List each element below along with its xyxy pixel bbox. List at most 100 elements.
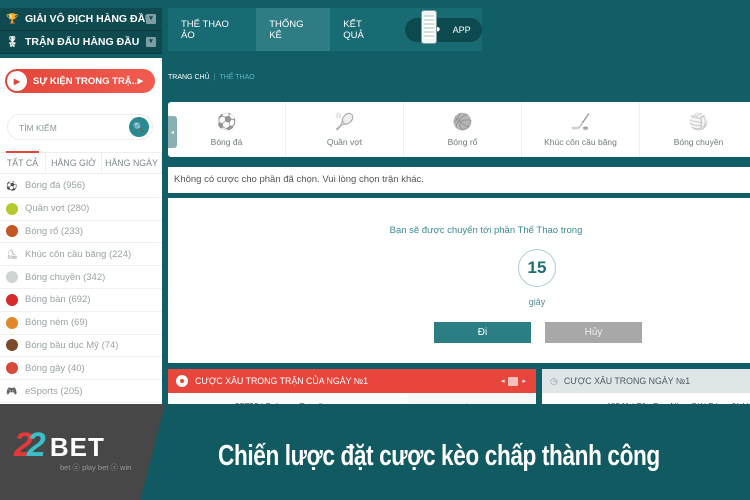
sport-icon: 🏀	[452, 113, 473, 131]
medal-icon: 🎖	[6, 36, 19, 48]
chevron-down-icon[interactable]: ▾	[146, 37, 156, 47]
sport-icon: ⚽	[6, 179, 18, 192]
sport-list-item[interactable]: Quần vợt (280)	[0, 198, 162, 221]
trophy-icon: 🏆	[6, 13, 19, 25]
sports-carousel: ◂ ⚽ Bóng đá 🎾 Quần vợt 🏀 Bóng rổ 🏒 Khúc côn cầu…	[168, 102, 750, 157]
search-input[interactable]: TÌM KIẾM	[19, 123, 57, 133]
live-icon	[176, 375, 188, 387]
app-download-button[interactable]: ● APP	[404, 9, 482, 44]
top-category-menu: 🏆 GIẢI VÔ ĐỊCH HÀNG ĐẦU ▾ 🎖 TRẬN ĐẤU HÀN…	[0, 8, 162, 54]
no-bets-notice: Không có cược cho phần đã chọn. Vui lòng…	[168, 167, 750, 193]
sport-label: Bóng ném (69)	[25, 317, 88, 329]
tab-daily[interactable]: HẰNG NGÀY	[102, 153, 162, 173]
sport-icon	[6, 225, 18, 238]
card-header: ◷ CƯỢC XÂU TRONG NGÀY №1	[542, 369, 750, 393]
menu-label: GIẢI VÔ ĐỊCH HÀNG ĐẦU	[25, 13, 153, 25]
sport-list-item[interactable]: Bóng bầu dục Mỹ (74)	[0, 335, 162, 358]
search-field[interactable]: TÌM KIẾM 🔍	[7, 114, 153, 140]
sport-icon	[6, 202, 18, 215]
sport-label: Bóng rổ (233)	[25, 225, 84, 237]
sport-icon	[6, 316, 18, 329]
chevron-down-icon[interactable]: ▾	[146, 14, 156, 24]
countdown-timer: 15	[518, 249, 556, 287]
chevron-right-icon[interactable]: ▸	[522, 377, 526, 385]
logo-digit-1: 2	[14, 426, 33, 464]
tab-results[interactable]: KẾT QUẢ	[330, 8, 396, 51]
carousel-sport-item[interactable]: 🎾 Quần vợt	[286, 102, 404, 157]
carousel-sport-item[interactable]: 🏀 Bóng rổ	[404, 102, 522, 157]
sport-label: Khúc côn cầu băng (224)	[25, 248, 132, 260]
brand-tagline: bet ⓩ play bet ⓩ win	[60, 463, 132, 472]
sport-label: Bóng chuyền (342)	[25, 271, 106, 283]
sport-icon	[6, 271, 18, 284]
sport-icon: 🎾	[334, 113, 355, 131]
left-sidebar: 🏆 GIẢI VÔ ĐỊCH HÀNG ĐẦU ▾ 🎖 TRẬN ĐẤU HÀN…	[0, 0, 162, 405]
sport-list-item[interactable]: ⛸ Khúc côn cầu băng (224)	[0, 243, 162, 267]
calendar-icon[interactable]	[508, 376, 519, 386]
countdown-unit: giây	[528, 297, 546, 307]
redirect-message: Bạn sẽ được chuyển tới phần Thể Thao tro…	[389, 225, 583, 236]
sport-label: Bóng chuyền	[673, 136, 724, 147]
breadcrumb-separator: |	[213, 74, 216, 81]
card-title: CƯỢC XÂU TRONG TRẬN CỦA NGÀY №1	[195, 376, 369, 386]
tab-all[interactable]: TẤT CẢ	[0, 151, 46, 173]
live-events-button[interactable]: ▶ SỰ KIỆN TRONG TRẬ... ▶	[5, 69, 155, 93]
sport-label: Quần vợt	[326, 136, 363, 147]
cancel-button[interactable]: Hủy	[545, 322, 642, 343]
app-label: APP	[452, 24, 471, 35]
sport-icon: 🏐	[688, 113, 709, 131]
chevron-right-icon: ▶	[137, 78, 143, 85]
sport-icon	[6, 293, 18, 306]
go-button[interactable]: Đi	[434, 322, 531, 343]
carousel-prev-button[interactable]: ◂	[168, 116, 177, 148]
sport-list-item[interactable]: 🎮 eSports (205)	[0, 380, 162, 403]
live-events-label: SỰ KIỆN TRONG TRẬ...	[33, 75, 140, 87]
sport-icon	[6, 362, 18, 375]
search-icon[interactable]: 🔍	[129, 117, 149, 137]
menu-top-championships[interactable]: 🏆 GIẢI VÔ ĐỊCH HÀNG ĐẦU ▾	[0, 8, 162, 31]
sport-icon: 🎮	[6, 385, 18, 398]
sport-label: Bóng bàn (692)	[25, 294, 91, 306]
sport-icon	[6, 339, 18, 352]
phone-icon	[420, 9, 437, 44]
sport-label: Bóng gậy (40)	[25, 362, 85, 374]
sport-list-item[interactable]: Bóng ném (69)	[0, 312, 162, 335]
sport-list-item[interactable]: ⚽ Bóng đá (956)	[0, 175, 162, 198]
tab-statistics[interactable]: THỐNG KÊ	[256, 8, 331, 51]
sport-label: Bóng đá	[210, 136, 243, 147]
sport-list: ⚽ Bóng đá (956) Quần vợt (280) Bóng rổ (233…	[0, 175, 162, 403]
brand-logo: 2 2 BET	[14, 426, 105, 465]
chevron-left-icon[interactable]: ◂	[501, 377, 505, 385]
breadcrumb-current: THỂ THAO	[219, 74, 255, 81]
sport-list-item[interactable]: Bóng rổ (233)	[0, 221, 162, 244]
menu-top-matches[interactable]: 🎖 TRẬN ĐẤU HÀNG ĐẦU ▾	[0, 31, 162, 54]
logo-word: BET	[49, 432, 105, 462]
sport-label: Bóng bầu dục Mỹ (74)	[25, 339, 119, 351]
sport-list-item[interactable]: Bóng bàn (692)	[0, 289, 162, 312]
tab-hourly[interactable]: HẰNG GIỜ	[46, 153, 102, 173]
sport-icon: ⚽	[216, 113, 237, 131]
promo-banner: 2 2 BET bet ⓩ play bet ⓩ win Chiến lược …	[0, 404, 750, 500]
sport-filter-panel: ▶ SỰ KIỆN TRONG TRẬ... ▶ TÌM KIẾM 🔍 TẤT …	[0, 58, 162, 405]
time-filter-tabs: TẤT CẢ HẰNG GIỜ HẰNG NGÀY	[0, 151, 162, 174]
card-controls: ◂ ▸	[501, 376, 526, 386]
sport-label: Quần vợt (280)	[25, 203, 90, 215]
breadcrumb-home[interactable]: TRANG CHỦ	[168, 74, 210, 81]
sport-label: eSports (205)	[25, 385, 83, 397]
banner-headline: Chiến lược đặt cược kèo chấp thành công	[218, 440, 660, 472]
top-navigation: THỂ THAO ẢO THỐNG KÊ KẾT QUẢ ● APP	[168, 8, 482, 51]
card-title: CƯỢC XÂU TRONG NGÀY №1	[563, 376, 691, 386]
sport-icon: 🏒	[570, 113, 591, 131]
play-icon: ▶	[7, 71, 27, 91]
carousel-sport-item[interactable]: ⚽ Bóng đá	[168, 102, 286, 157]
tab-virtual-sports[interactable]: THỂ THAO ẢO	[168, 8, 256, 51]
sport-icon: ⛸	[6, 248, 18, 261]
carousel-sport-item[interactable]: 🏐 Bóng chuyền	[640, 102, 750, 157]
sport-label: Bóng đá (956)	[25, 180, 86, 192]
sport-list-item[interactable]: Bóng gậy (40)	[0, 357, 162, 381]
carousel-sport-item[interactable]: 🏒 Khúc côn cầu băng	[522, 102, 640, 157]
clock-icon: ◷	[550, 375, 558, 386]
logo-digit-2: 2	[26, 426, 46, 464]
logo-panel: 2 2 BET bet ⓩ play bet ⓩ win	[0, 404, 165, 500]
sport-list-item[interactable]: Bóng chuyền (342)	[0, 266, 162, 289]
